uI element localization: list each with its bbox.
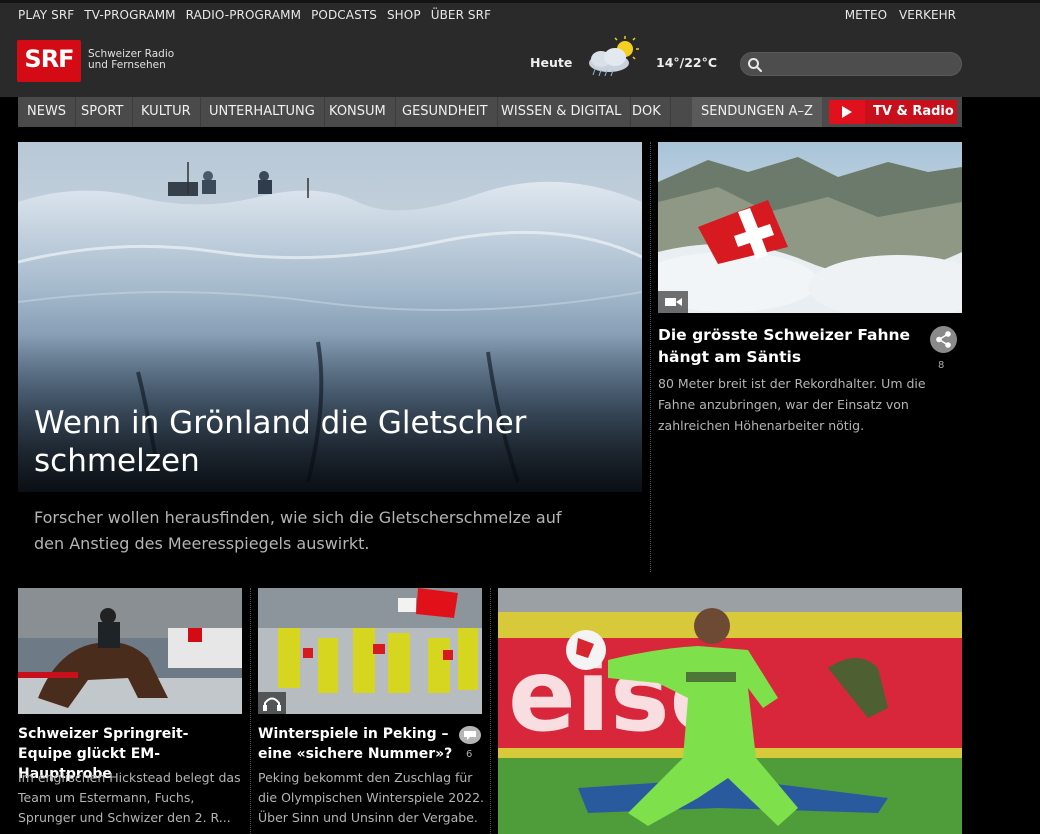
weather-label: Heute xyxy=(530,55,573,70)
utility-nav: PLAY SRF TV-PROGRAMM RADIO-PROGRAMM PODC… xyxy=(18,8,501,22)
video-icon xyxy=(658,291,688,313)
play-box xyxy=(829,100,865,124)
play-icon xyxy=(842,106,852,118)
share-count: 8 xyxy=(938,360,945,371)
search-box[interactable] xyxy=(740,52,962,76)
nav-item-dok[interactable]: DOK xyxy=(623,97,671,127)
util-link-podcasts[interactable]: PODCASTS xyxy=(311,8,377,22)
util-link-shop[interactable]: SHOP xyxy=(387,8,421,22)
util-link-meteo[interactable]: METEO xyxy=(845,8,887,22)
headphones-icon xyxy=(258,692,286,714)
comment-count: 6 xyxy=(466,749,473,760)
top-line xyxy=(0,0,1040,3)
util-link-verkehr[interactable]: VERKEHR xyxy=(899,8,956,22)
nav-item-sport[interactable]: SPORT xyxy=(72,97,134,127)
util-link-play-srf[interactable]: PLAY SRF xyxy=(18,8,74,22)
card-image-showjumping[interactable] xyxy=(18,588,242,714)
card-divider-2 xyxy=(490,588,491,834)
share-button[interactable] xyxy=(930,326,957,353)
search-input[interactable] xyxy=(767,55,955,73)
logo-text: SRF xyxy=(24,45,74,73)
hero-title[interactable]: Wenn in Grönland die Gletscher schmelzen xyxy=(34,404,594,480)
hero-lead: Forscher wollen herausfinden, wie sich d… xyxy=(34,508,562,553)
nav-item-konsum[interactable]: KONSUM xyxy=(320,97,396,127)
util-link-radio-programm[interactable]: RADIO-PROGRAMM xyxy=(186,8,301,22)
srf-logo[interactable]: SRF xyxy=(17,40,81,82)
nav-item-unterhaltung[interactable]: UNTERHALTUNG xyxy=(200,97,325,127)
search-icon[interactable] xyxy=(747,57,763,73)
nav-item-sendungen[interactable]: SENDUNGEN A–Z xyxy=(692,97,822,127)
column-divider xyxy=(650,142,651,572)
utility-nav-right: METEO VERKEHR xyxy=(833,8,956,22)
nav-item-gesundheit[interactable]: GESUNDHEIT xyxy=(393,97,498,127)
side-image-flag[interactable] xyxy=(658,142,962,313)
util-link-ueber-srf[interactable]: ÜBER SRF xyxy=(431,8,491,22)
nav-item-kultur[interactable]: KULTUR xyxy=(132,97,201,127)
util-link-tv-programm[interactable]: TV-PROGRAMM xyxy=(84,8,175,22)
card-text-springreiten: Im englischen Hickstead belegt das Team … xyxy=(18,770,241,825)
share-icon xyxy=(936,331,951,348)
comment-icon[interactable] xyxy=(459,726,481,744)
card-image-winterspiele[interactable] xyxy=(258,588,482,714)
card-text-winterspiele: Peking bekommt den Zuschlag für die Olym… xyxy=(258,770,485,825)
card-image-goalkeeper[interactable]: eise xyxy=(498,588,962,834)
nav-item-news[interactable]: NEWS xyxy=(18,97,77,127)
side-teaser-text: 80 Meter breit ist der Rekordhalter. Um … xyxy=(658,376,926,433)
tv-radio-label: TV & Radio xyxy=(873,104,954,119)
top-bar: PLAY SRF TV-PROGRAMM RADIO-PROGRAMM PODC… xyxy=(0,0,1040,97)
card-title-winterspiele[interactable]: Winterspiele in Peking – eine «sichere N… xyxy=(258,724,458,764)
sun-cloud-icon[interactable] xyxy=(583,35,641,80)
weather-temperature: 14°/22°C xyxy=(656,55,718,70)
card-divider-1 xyxy=(250,588,251,834)
nav-item-wissen-digital[interactable]: WISSEN & DIGITAL xyxy=(492,97,632,127)
side-teaser-title[interactable]: Die grösste Schweizer Fahne hängt am Sän… xyxy=(658,324,918,368)
logo-subtitle: Schweizer Radio und Fernsehen xyxy=(88,48,175,71)
tv-radio-button[interactable]: TV & Radio xyxy=(829,100,957,124)
main-nav: NEWS SPORT KULTUR UNTERHALTUNG KONSUM GE… xyxy=(18,97,962,127)
